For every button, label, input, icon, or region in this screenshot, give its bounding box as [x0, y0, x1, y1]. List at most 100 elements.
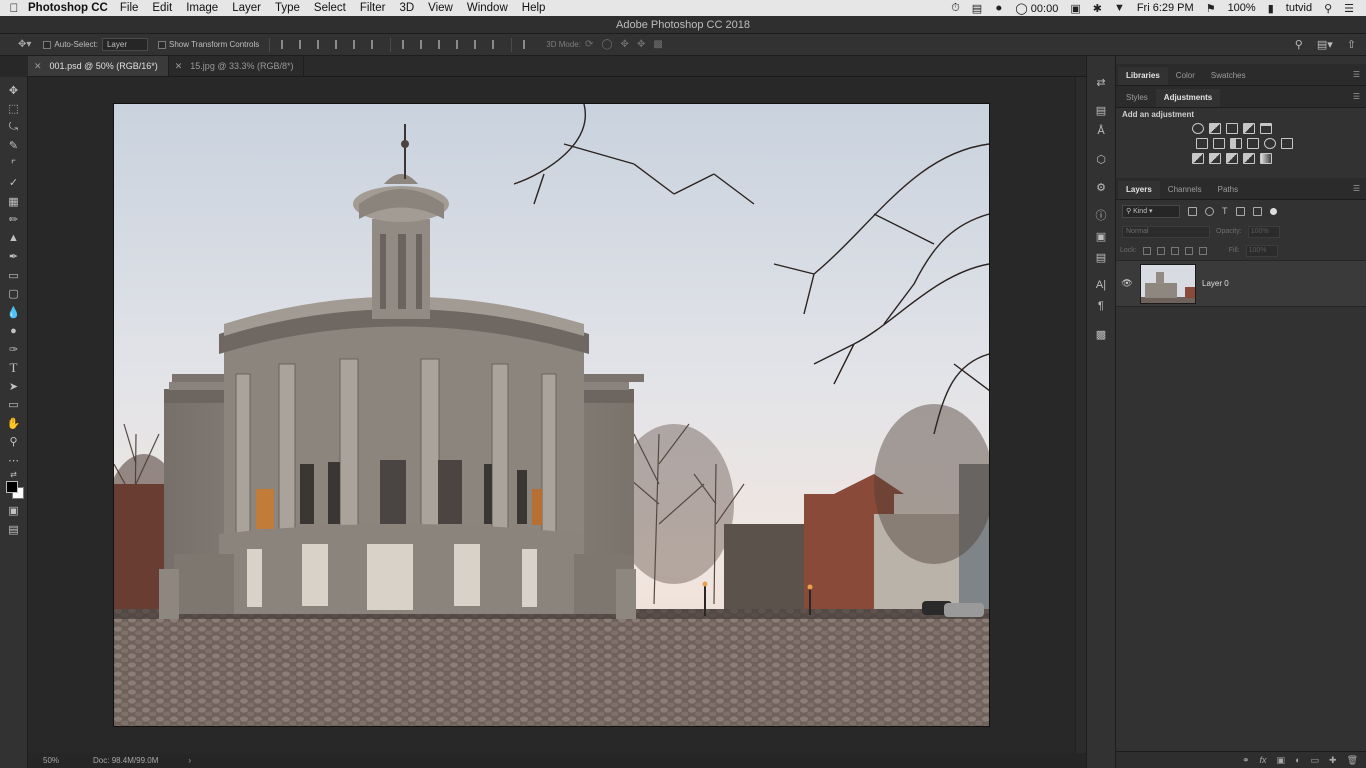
status-menu-arrow[interactable]: › — [188, 756, 191, 765]
canvas-vertical-scrollbar[interactable] — [1075, 77, 1086, 753]
quick-selection-tool-icon[interactable]: ✎ — [3, 137, 25, 156]
app-menu[interactable]: Photoshop CC — [28, 2, 108, 14]
user-name[interactable]: tutvid — [1286, 2, 1312, 14]
dodge-tool-icon[interactable]: ● — [3, 322, 25, 341]
opacity-input[interactable]: 100% — [1247, 225, 1280, 238]
bluetooth-icon[interactable]: ✱ — [1093, 2, 1102, 15]
tab-adjustments[interactable]: Adjustments — [1155, 89, 1221, 107]
share-icon[interactable]: ⇧ — [1347, 38, 1356, 51]
screen-icon[interactable]: ▣ — [1070, 2, 1080, 15]
marquee-tool-icon[interactable]: ⬚ — [3, 100, 25, 119]
menu-layer[interactable]: Layer — [232, 2, 261, 14]
tab-libraries[interactable]: Libraries — [1118, 67, 1168, 85]
3d-scale-icon[interactable]: ▩ — [653, 39, 662, 50]
lasso-tool-icon[interactable]: ⤿ — [3, 118, 25, 137]
zoom-tool-icon[interactable]: ⚲ — [3, 433, 25, 452]
zoom-level[interactable]: 50% — [43, 756, 59, 765]
wifi-icon[interactable]: ▼ — [1114, 2, 1125, 14]
align-horizontal-center-icon[interactable] — [353, 40, 361, 49]
menu-filter[interactable]: Filter — [360, 2, 386, 14]
layer-name[interactable]: Layer 0 — [1202, 279, 1229, 288]
info-panel-icon[interactable]: ⓘ — [1091, 205, 1111, 225]
layer-style-fx-icon[interactable]: fx — [1260, 755, 1267, 765]
3d-panel-icon[interactable]: ⬡ — [1091, 149, 1111, 169]
display-icon[interactable]: ▤ — [972, 2, 982, 15]
workspace-switcher-icon[interactable]: ▤▾ — [1317, 38, 1333, 51]
auto-select-dropdown[interactable]: Layer — [101, 38, 148, 51]
properties-panel-icon[interactable]: ▤ — [1091, 100, 1111, 120]
photo-filter-icon[interactable] — [1246, 138, 1259, 149]
new-group-icon[interactable]: ▭ — [1311, 755, 1320, 766]
screen-mode-icon[interactable]: ▤ — [3, 520, 25, 539]
filter-toggle-icon[interactable] — [1269, 207, 1277, 215]
more-tools-icon[interactable]: ⋯ — [3, 451, 25, 470]
align-left-icon[interactable] — [335, 40, 343, 49]
3d-slide-icon[interactable]: ✥ — [637, 39, 645, 50]
panel-menu-icon[interactable]: ☰ — [1353, 184, 1360, 193]
history-panel-icon[interactable]: ⇄ — [1091, 72, 1111, 92]
brush-settings-icon[interactable]: ⚙ — [1091, 177, 1111, 197]
shape-filter-icon[interactable] — [1235, 206, 1245, 216]
vibrance-icon[interactable] — [1260, 123, 1272, 134]
apple-icon[interactable]:  — [0, 1, 28, 15]
menu-edit[interactable]: Edit — [152, 2, 172, 14]
move-tool-icon[interactable]: ✥ — [3, 81, 25, 100]
lock-artboard-icon[interactable] — [1184, 246, 1193, 255]
lock-all-icon[interactable] — [1198, 246, 1207, 255]
gradient-tool-icon[interactable]: ▢ — [3, 285, 25, 304]
panel-menu-icon[interactable]: ☰ — [1353, 70, 1360, 79]
visibility-eye-icon[interactable]: 👁 — [1116, 278, 1138, 289]
menu-file[interactable]: File — [120, 2, 139, 14]
paragraph-panel-icon[interactable]: ¶ — [1091, 296, 1111, 316]
sync-icon[interactable]: ⏱ — [951, 2, 960, 15]
canvas-area[interactable] — [29, 77, 1075, 753]
black-white-icon[interactable] — [1229, 138, 1242, 149]
pixel-filter-icon[interactable] — [1188, 206, 1197, 216]
exposure-icon[interactable] — [1243, 123, 1255, 134]
foreground-color-swatch[interactable] — [5, 480, 18, 493]
healing-brush-tool-icon[interactable]: ▦ — [3, 192, 25, 211]
new-layer-icon[interactable]: ✚ — [1329, 755, 1337, 766]
tab-paths[interactable]: Paths — [1210, 181, 1246, 199]
kind-filter-dropdown[interactable]: ⚲ Kind ▾ — [1122, 204, 1180, 218]
threshold-icon[interactable] — [1226, 153, 1238, 164]
layer-row[interactable]: 👁 Layer 0 — [1116, 261, 1366, 307]
recording-timer[interactable]: ◯ 00:00 — [1015, 2, 1058, 15]
posterize-icon[interactable] — [1209, 153, 1221, 164]
color-swatches[interactable] — [3, 480, 25, 502]
eyedropper-tool-icon[interactable]: ✓ — [3, 174, 25, 193]
document-tab-15[interactable]: ✕ 15.jpg @ 33.3% (RGB/8*) — [169, 56, 305, 76]
add-mask-icon[interactable]: ▣ — [1277, 755, 1286, 766]
pen-tool-icon[interactable]: ✑ — [3, 340, 25, 359]
character-styles-icon[interactable]: Å — [1091, 121, 1111, 141]
new-adjustment-layer-icon[interactable]: ◐ — [1295, 755, 1300, 765]
invert-icon[interactable] — [1192, 153, 1204, 164]
distribute-hcenter-icon[interactable] — [474, 40, 482, 49]
channels-panel-icon[interactable]: ▣ — [1091, 226, 1111, 246]
brush-tool-icon[interactable]: ✏ — [3, 211, 25, 230]
align-vertical-center-icon[interactable] — [299, 40, 307, 49]
tab-layers[interactable]: Layers — [1118, 181, 1160, 199]
document-size[interactable]: Doc: 98.4M/99.0M — [93, 756, 158, 765]
show-transform-checkbox[interactable] — [158, 40, 169, 49]
flag-icon[interactable]: ⚑ — [1206, 2, 1216, 15]
color-balance-icon[interactable] — [1212, 138, 1225, 149]
quick-mask-icon[interactable]: ▣ — [3, 502, 25, 521]
auto-select-checkbox[interactable] — [43, 40, 54, 49]
curves-icon[interactable] — [1226, 123, 1238, 134]
menu-help[interactable]: Help — [522, 2, 546, 14]
lock-transparent-pixels-icon[interactable] — [1142, 246, 1151, 255]
blur-tool-icon[interactable]: 💧 — [3, 303, 25, 322]
path-selection-tool-icon[interactable]: ➤ — [3, 377, 25, 396]
type-tool-icon[interactable]: T — [3, 359, 25, 378]
lock-image-pixels-icon[interactable] — [1156, 246, 1165, 255]
history-brush-tool-icon[interactable]: ✒ — [3, 248, 25, 267]
notification-center-icon[interactable]: ☰ — [1344, 2, 1354, 15]
3d-orbit-icon[interactable]: ⟳ — [585, 39, 593, 50]
distribute-left-icon[interactable] — [456, 40, 464, 49]
channel-mixer-icon[interactable] — [1263, 138, 1276, 149]
actions-panel-icon[interactable]: ▩ — [1091, 324, 1111, 344]
distribute-right-icon[interactable] — [492, 40, 500, 49]
swap-colors-icon[interactable]: ⇄ — [3, 470, 25, 480]
lock-position-icon[interactable] — [1170, 246, 1179, 255]
